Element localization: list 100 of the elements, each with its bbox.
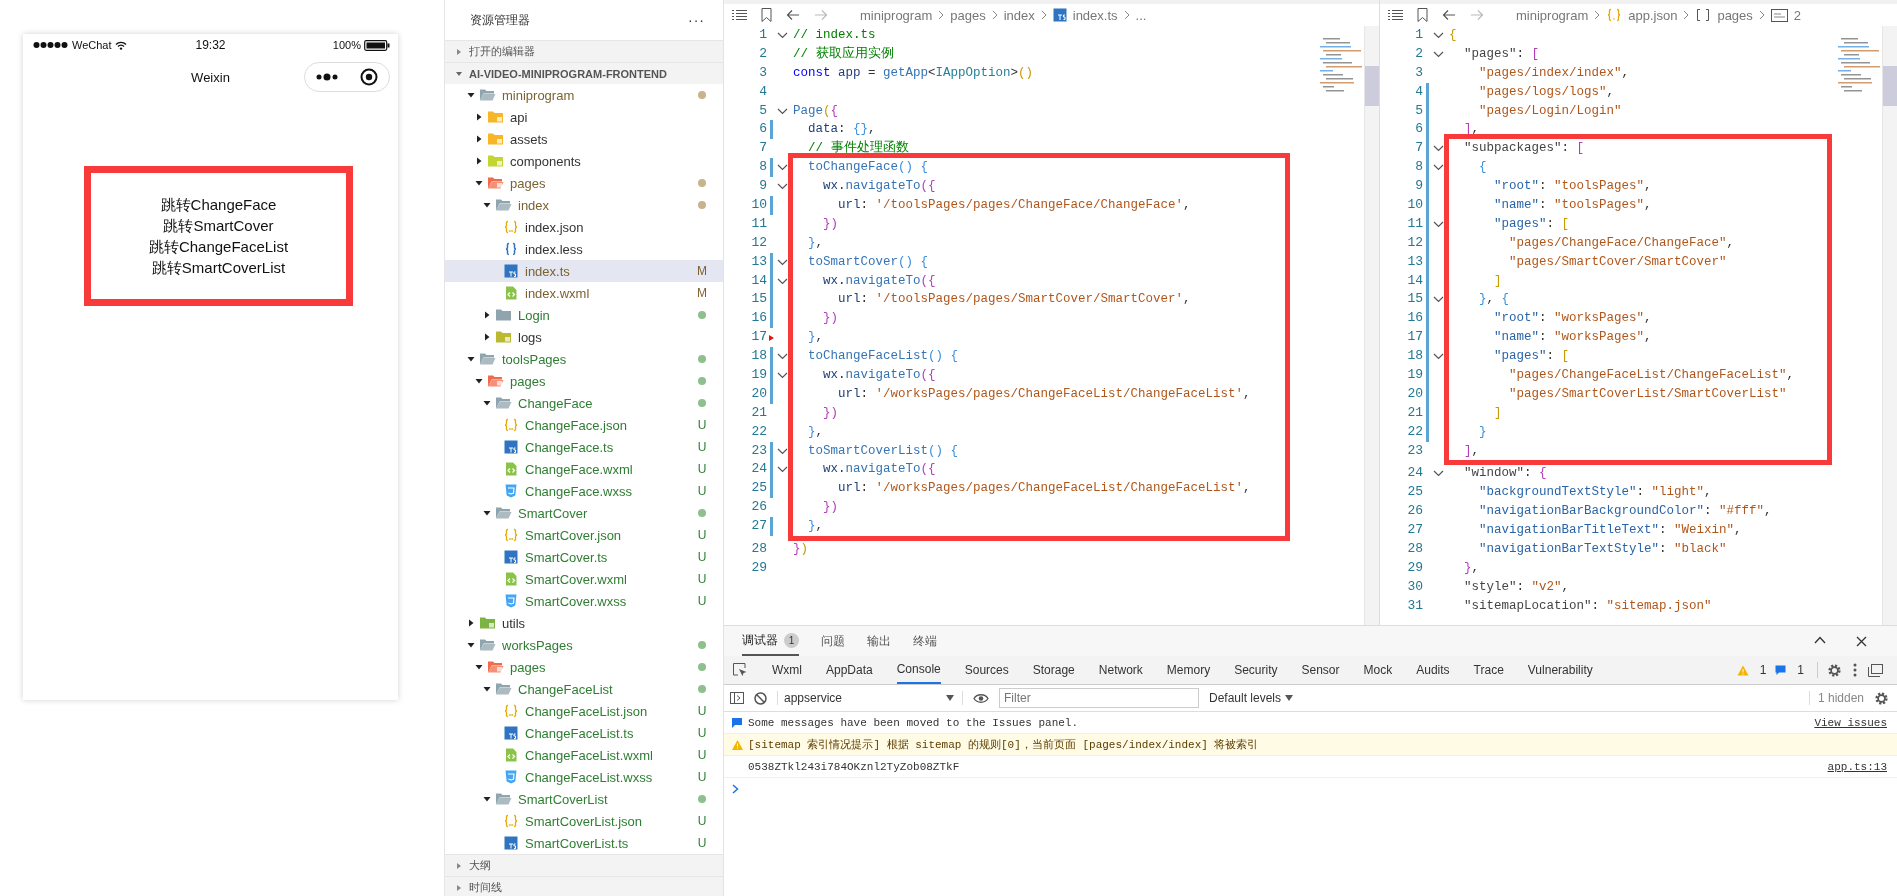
tree-item[interactable]: index.less — [445, 238, 723, 260]
tree-item[interactable]: assets — [445, 128, 723, 150]
devtools-tab[interactable]: Trace — [1473, 656, 1504, 684]
fold-chevron-icon[interactable] — [1432, 145, 1444, 153]
caret-icon[interactable] — [467, 91, 475, 99]
tree-item[interactable]: ChangeFaceList.json U — [445, 700, 723, 722]
tree-item[interactable]: pages — [445, 656, 723, 678]
tree-item[interactable]: index — [445, 194, 723, 216]
message-icon[interactable] — [1775, 664, 1787, 676]
tree-item[interactable]: index.wxml M — [445, 282, 723, 304]
scrollbar[interactable] — [1364, 26, 1379, 625]
caret-icon[interactable] — [483, 795, 491, 803]
fold-chevron-icon[interactable] — [776, 447, 788, 455]
breadcrumb-item[interactable]: app.json — [1628, 7, 1678, 23]
dock-icon[interactable] — [1868, 663, 1883, 677]
panel-tab[interactable]: 问题 — [821, 626, 845, 656]
tree-item[interactable]: pages — [445, 370, 723, 392]
fold-chevron-icon[interactable] — [776, 183, 788, 191]
tree-item[interactable]: SmartCoverList.json U — [445, 810, 723, 832]
devtools-tab[interactable]: Memory — [1166, 656, 1211, 684]
tree-item[interactable]: ChangeFaceList.wxss U — [445, 766, 723, 788]
filter-field[interactable]: Filter — [999, 688, 1199, 708]
panel-tab[interactable]: 输出 — [867, 626, 891, 656]
tree-item[interactable]: ChangeFace — [445, 392, 723, 414]
caret-icon[interactable] — [483, 399, 491, 407]
inspect-icon[interactable] — [732, 662, 748, 678]
sidebar-toggle-icon[interactable] — [730, 692, 744, 704]
devtools-tab[interactable]: Sensor — [1301, 656, 1340, 684]
breadcrumb-item[interactable]: ... — [1135, 7, 1147, 23]
eye-icon[interactable] — [973, 692, 989, 704]
more-actions[interactable]: ··· — [688, 12, 705, 28]
fold-chevron-icon[interactable] — [776, 371, 788, 379]
tree-item[interactable]: SmartCover.wxss U — [445, 590, 723, 612]
source-link[interactable]: app.ts:13 — [1827, 760, 1887, 773]
settings-icon[interactable] — [1874, 690, 1889, 706]
section-header[interactable]: 时间线 — [445, 876, 723, 896]
caret-icon[interactable] — [475, 663, 483, 671]
tree-item[interactable]: ChangeFaceList.wxml U — [445, 744, 723, 766]
more-icon[interactable] — [316, 73, 338, 81]
prompt-icon[interactable] — [732, 783, 739, 794]
close-icon[interactable] — [1856, 635, 1867, 647]
fold-chevron-icon[interactable] — [1432, 220, 1444, 228]
fold-chevron-icon[interactable] — [776, 31, 788, 39]
breadcrumb-item[interactable]: miniprogram — [1516, 7, 1589, 23]
list-icon[interactable] — [1388, 9, 1403, 21]
bookmark-icon[interactable] — [1417, 8, 1428, 22]
tree-item[interactable]: index.json — [445, 216, 723, 238]
tree-item[interactable]: ChangeFace.ts U — [445, 436, 723, 458]
levels-dropdown[interactable]: Default levels — [1209, 691, 1294, 705]
tree-item[interactable]: ChangeFace.wxml U — [445, 458, 723, 480]
devtools-tab[interactable]: AppData — [826, 656, 873, 684]
devtools-tab[interactable]: Console — [896, 656, 941, 684]
fold-chevron-icon[interactable] — [1432, 470, 1444, 478]
tree-item[interactable]: miniprogram — [445, 84, 723, 106]
fold-chevron-icon[interactable] — [1432, 50, 1444, 58]
tree-item[interactable]: SmartCover.wxml U — [445, 568, 723, 590]
panel-tab[interactable]: 终端 — [913, 626, 937, 656]
caret-icon[interactable] — [475, 377, 483, 385]
tree-item[interactable]: api — [445, 106, 723, 128]
devtools-tab[interactable]: Vulnerability — [1527, 656, 1593, 684]
scrollbar[interactable] — [1882, 26, 1897, 625]
fold-chevron-icon[interactable] — [1432, 31, 1444, 39]
caret-icon[interactable] — [475, 179, 483, 187]
tree-item[interactable]: worksPages — [445, 634, 723, 656]
page-link[interactable]: 跳转SmartCover — [163, 215, 274, 236]
fold-chevron-icon[interactable] — [776, 258, 788, 266]
bookmark-icon[interactable] — [761, 8, 772, 22]
breadcrumb-item[interactable]: miniprogram — [860, 7, 933, 23]
settings-icon[interactable] — [1827, 662, 1842, 678]
devtools-tab[interactable]: Wxml — [772, 656, 802, 684]
caret-icon[interactable] — [475, 157, 483, 165]
tree-item[interactable]: SmartCoverList.ts U — [445, 832, 723, 854]
context-dropdown[interactable]: appservice — [777, 691, 963, 705]
list-icon[interactable] — [732, 9, 747, 21]
fold-chevron-icon[interactable] — [1432, 164, 1444, 172]
tree-item[interactable]: ChangeFace.wxss U — [445, 480, 723, 502]
caret-icon[interactable] — [483, 333, 491, 341]
caret-icon[interactable] — [483, 685, 491, 693]
tree-item[interactable]: index.ts M — [445, 260, 723, 282]
fold-chevron-icon[interactable] — [776, 353, 788, 361]
section-header[interactable]: AI-VIDEO-MINIPROGRAM-FRONTEND — [445, 62, 723, 84]
caret-icon[interactable] — [475, 113, 483, 121]
caret-icon[interactable] — [483, 201, 491, 209]
back-arrow-icon[interactable] — [786, 9, 800, 21]
caret-icon[interactable] — [475, 135, 483, 143]
fold-chevron-icon[interactable] — [776, 466, 788, 474]
devtools-tab[interactable]: Network — [1098, 656, 1143, 684]
tree-item[interactable]: components — [445, 150, 723, 172]
page-link[interactable]: 跳转ChangeFaceList — [148, 236, 289, 257]
clear-icon[interactable] — [754, 691, 767, 705]
tree-item[interactable]: SmartCoverList — [445, 788, 723, 810]
caret-icon[interactable] — [467, 641, 475, 649]
devtools-tab[interactable]: Security — [1234, 656, 1278, 684]
tree-item[interactable]: toolsPages — [445, 348, 723, 370]
tree-item[interactable]: ChangeFaceList.ts U — [445, 722, 723, 744]
tree-item[interactable]: pages — [445, 172, 723, 194]
breadcrumb-item[interactable]: pages — [1717, 7, 1753, 23]
caret-icon[interactable] — [483, 311, 491, 319]
section-header[interactable]: 打开的编辑器 — [445, 40, 723, 62]
breadcrumb-item[interactable]: 2 — [1793, 7, 1802, 23]
